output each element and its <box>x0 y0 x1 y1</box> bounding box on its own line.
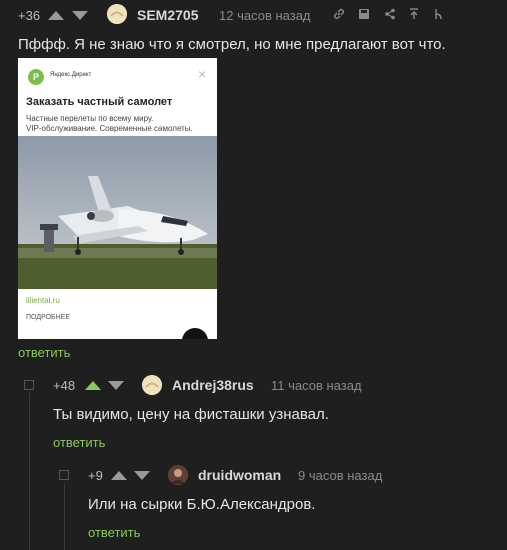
avatar[interactable] <box>107 4 127 24</box>
vote-down-icon[interactable] <box>72 11 88 20</box>
collapse-toggle[interactable] <box>24 380 34 390</box>
avatar[interactable] <box>168 465 188 485</box>
comment-text: Или на сырки Б.Ю.Александров. <box>88 496 316 513</box>
comment-score: +36 <box>18 8 41 23</box>
reply-link[interactable]: ответить <box>88 525 140 540</box>
comment-text: Пффф. Я не знаю что я смотрел, но мне пр… <box>18 36 446 53</box>
username[interactable]: druidwoman <box>198 467 281 483</box>
ad-card[interactable]: P Яндекс.Директ × Заказать частный самол… <box>18 58 217 339</box>
share-icon[interactable] <box>384 8 396 23</box>
ad-description-line1: Частные перелеты по всему миру. <box>26 114 154 123</box>
ad-description-line2: VIP-обслуживание. Современные самолеты. <box>26 124 193 133</box>
thread-line <box>64 483 65 550</box>
vote-up-icon[interactable] <box>48 11 64 20</box>
avatar[interactable] <box>142 375 162 395</box>
ad-title[interactable]: Заказать частный самолет <box>26 96 172 108</box>
save-icon[interactable] <box>358 8 370 23</box>
timestamp[interactable]: 11 часов назад <box>271 378 362 393</box>
thread-line <box>29 393 30 550</box>
timestamp[interactable]: 12 часов назад <box>219 8 311 23</box>
ad-more-link[interactable]: ПОДРОБНЕЕ <box>26 314 70 321</box>
vote-up-icon[interactable] <box>111 471 127 480</box>
ad-arrow-button[interactable] <box>182 328 208 339</box>
username[interactable]: Andrej38rus <box>172 377 254 393</box>
close-icon[interactable]: × <box>198 66 206 82</box>
username[interactable]: SEM2705 <box>137 7 198 23</box>
yandex-direct-logo: P <box>28 69 44 85</box>
comment-text: Ты видимо, цену на фисташки узнавал. <box>53 406 329 423</box>
ad-brand: Яндекс.Директ <box>50 72 92 78</box>
comment-score: +48 <box>53 378 76 393</box>
vote-down-icon[interactable] <box>108 381 124 390</box>
vote-up-icon[interactable] <box>85 381 101 390</box>
ad-domain[interactable]: liliental.ru <box>26 296 60 305</box>
collapse-toggle[interactable] <box>59 470 69 480</box>
reply-link[interactable]: ответить <box>53 435 105 450</box>
comment-score: +9 <box>88 468 103 483</box>
vote-down-icon[interactable] <box>134 471 150 480</box>
airplane-image[interactable] <box>18 136 217 289</box>
reply-link[interactable]: ответить <box>18 345 70 360</box>
parent-icon[interactable] <box>408 8 420 23</box>
link-icon[interactable] <box>333 8 345 23</box>
timestamp[interactable]: 9 часов назад <box>298 468 382 483</box>
branch-icon[interactable] <box>434 8 444 23</box>
